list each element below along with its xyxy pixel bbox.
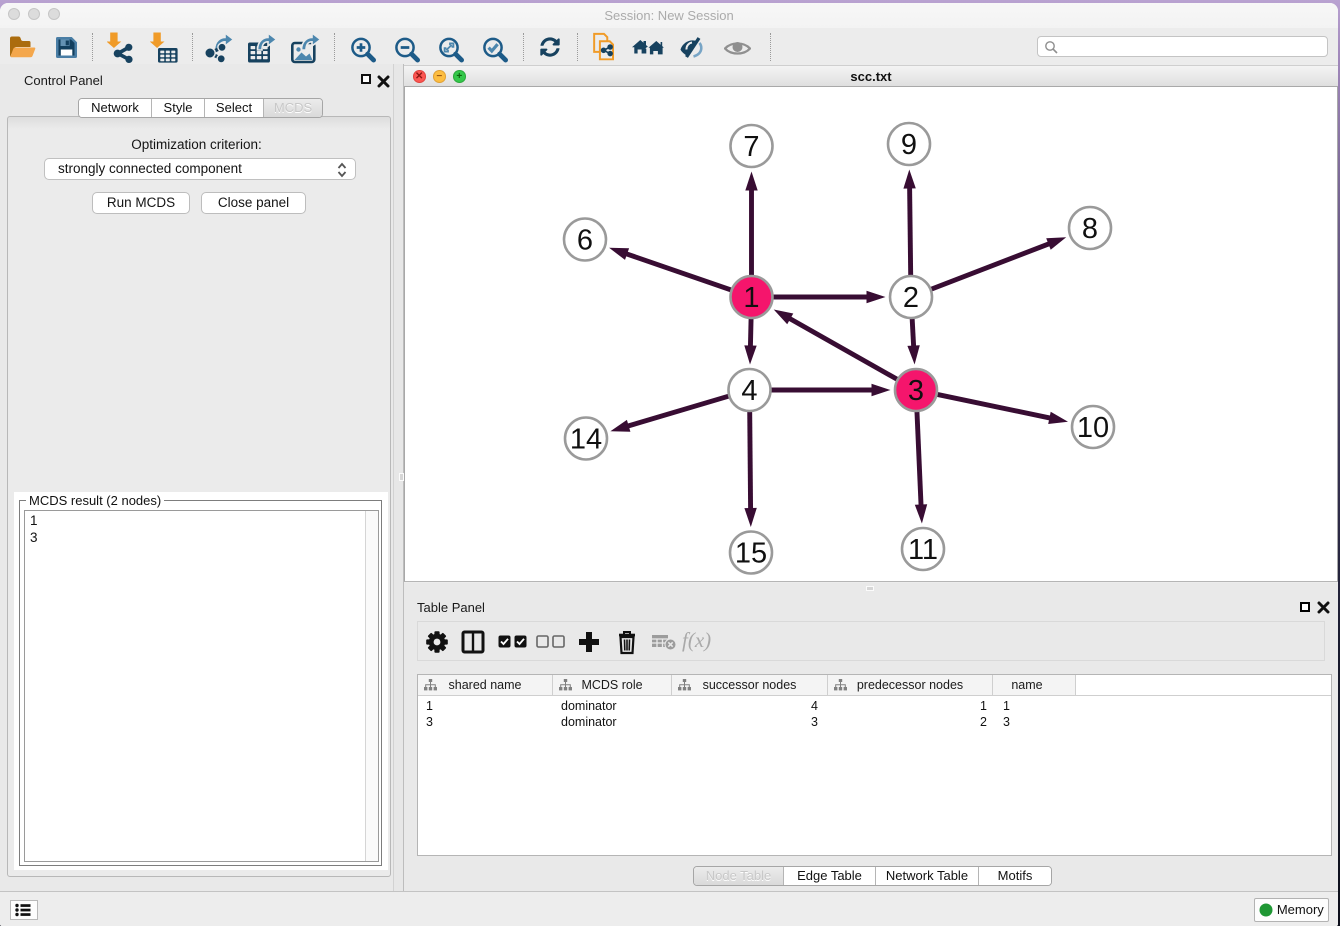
svg-text:7: 7 <box>743 131 759 163</box>
svg-text:4: 4 <box>741 375 757 407</box>
svg-text:8: 8 <box>1082 213 1098 245</box>
svg-text:9: 9 <box>901 129 917 161</box>
svg-text:1: 1 <box>743 282 759 314</box>
svg-text:10: 10 <box>1077 412 1109 444</box>
svg-text:15: 15 <box>735 538 767 570</box>
svg-text:11: 11 <box>908 534 938 566</box>
svg-text:2: 2 <box>903 282 919 314</box>
svg-text:3: 3 <box>908 375 924 407</box>
svg-text:14: 14 <box>570 424 602 456</box>
svg-text:6: 6 <box>577 225 593 257</box>
